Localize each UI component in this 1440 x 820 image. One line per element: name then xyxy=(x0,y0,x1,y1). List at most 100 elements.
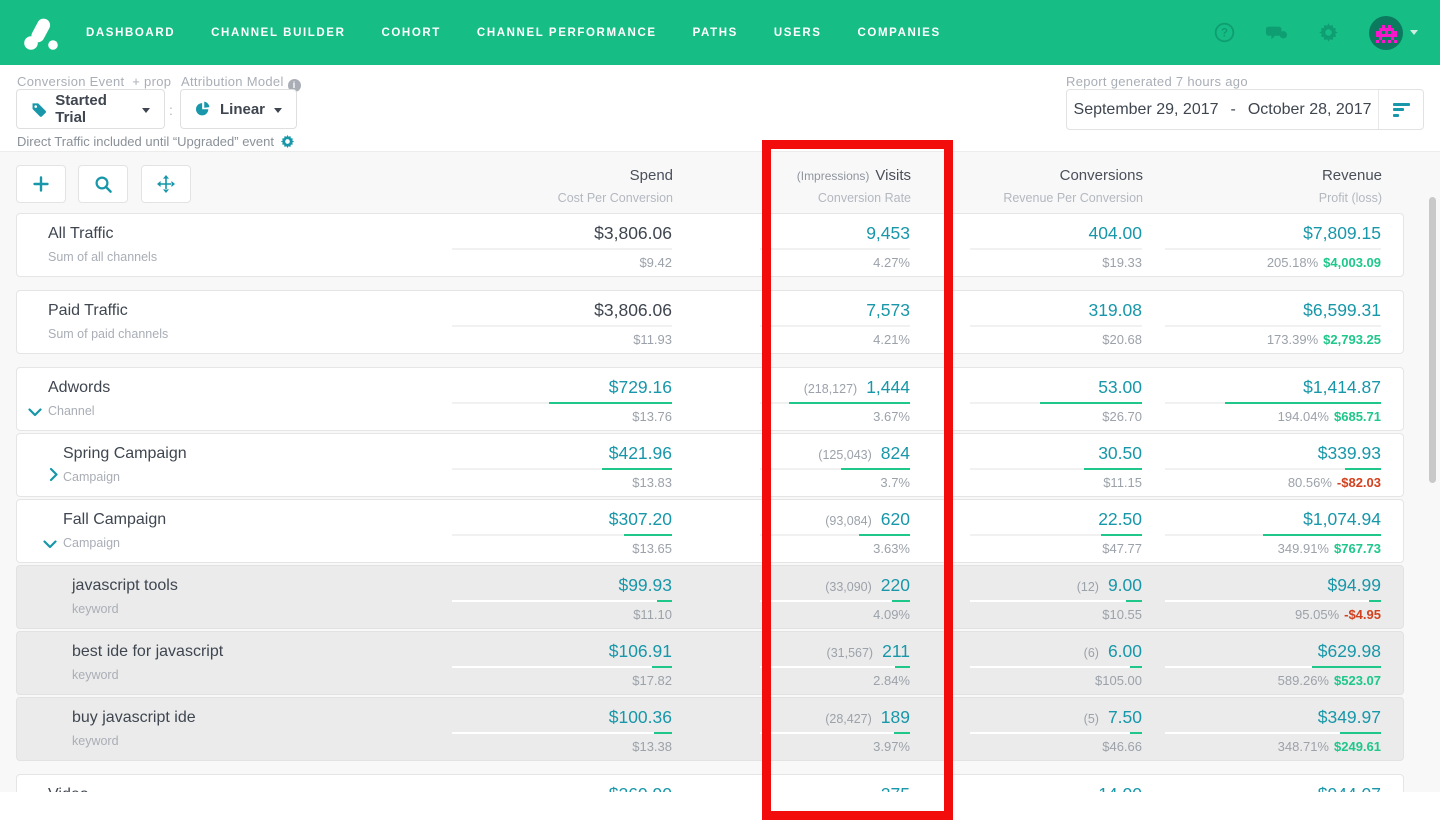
attribution-logo-icon[interactable] xyxy=(22,14,60,52)
row-subtitle: keyword xyxy=(72,734,119,748)
row-subtitle: keyword xyxy=(72,668,119,682)
chevron-down-icon xyxy=(142,108,150,113)
table-row[interactable]: All Traffic Sum of all channels $3,806.0… xyxy=(16,213,1404,277)
revenue-value[interactable]: $1,414.87 xyxy=(1303,377,1381,397)
visits-cell: (218,127)1,444 3.67% xyxy=(670,368,910,430)
date-range-picker[interactable]: September 29, 2017 - October 28, 2017 xyxy=(1066,89,1424,130)
settings-gear-icon[interactable] xyxy=(1317,22,1339,44)
row-title: best ide for javascript xyxy=(72,643,223,661)
add-channel-button[interactable] xyxy=(16,165,66,203)
revenue-value[interactable]: $94.99 xyxy=(1327,575,1381,595)
chat-icon[interactable] xyxy=(1265,22,1287,44)
filter-bar: Conversion Event + prop Attribution Mode… xyxy=(0,65,1440,151)
spend-value[interactable]: $729.16 xyxy=(609,377,672,397)
visits-bar-track xyxy=(760,666,910,668)
row-expand-chevron[interactable] xyxy=(43,536,57,545)
impressions-value: (33,090) xyxy=(825,580,872,594)
row-expand-chevron[interactable] xyxy=(28,404,42,413)
visits-cell: (93,084)620 3.63% xyxy=(670,500,910,562)
revenue-value[interactable]: $349.97 xyxy=(1318,707,1381,727)
spend-bar-track xyxy=(452,732,672,734)
date-start[interactable]: September 29, 2017 xyxy=(1074,101,1219,119)
table-row[interactable]: best ide for javascript keyword $106.91 … xyxy=(16,631,1404,695)
spend-cell: $729.16 $13.76 xyxy=(432,368,672,430)
impressions-value: (28,427) xyxy=(825,712,872,726)
svg-text:?: ? xyxy=(1220,28,1227,40)
cost-per-conversion-value: $13.65 xyxy=(632,541,672,556)
conversion-count-value: (6) xyxy=(1084,646,1099,660)
visits-cell: (125,043)824 3.7% xyxy=(670,434,910,496)
table-row[interactable]: buy javascript ide keyword $100.36 $13.3… xyxy=(16,697,1404,761)
note-gear-icon[interactable] xyxy=(280,134,295,149)
table-row[interactable]: Fall Campaign Campaign $307.20 $13.65 (9… xyxy=(16,499,1404,563)
row-title: Adwords xyxy=(48,379,110,397)
revenue-bar-track xyxy=(1165,600,1381,602)
spend-value[interactable]: $307.20 xyxy=(609,509,672,529)
row-title: Video xyxy=(48,786,89,792)
move-button[interactable] xyxy=(141,165,191,203)
table-row[interactable]: Adwords Channel $729.16 $13.76 (218,127)… xyxy=(16,367,1404,431)
spend-value[interactable]: $3,806.06 xyxy=(594,300,672,320)
user-avatar[interactable] xyxy=(1369,16,1418,50)
spend-value[interactable]: $3,806.06 xyxy=(594,223,672,243)
table-header: Spend Cost Per Conversion (Impressions)V… xyxy=(16,165,1404,203)
visits-bar-fill xyxy=(789,402,910,404)
attribution-model-dropdown[interactable]: Linear xyxy=(180,89,297,129)
visits-cell: (33,090)220 4.09% xyxy=(670,566,910,628)
row-subtitle: Campaign xyxy=(63,536,120,550)
nav-item-users[interactable]: USERS xyxy=(774,27,822,39)
spend-bar-track xyxy=(452,325,672,327)
row-subtitle: Sum of all channels xyxy=(48,250,157,264)
nav-item-companies[interactable]: COMPANIES xyxy=(858,27,941,39)
revenue-value[interactable]: $1,074.94 xyxy=(1303,509,1381,529)
spend-value[interactable]: $99.93 xyxy=(618,575,672,595)
visits-cell: 275 xyxy=(670,775,910,792)
table-row[interactable]: Spring Campaign Campaign $421.96 $13.83 … xyxy=(16,433,1404,497)
filter-icon xyxy=(1393,100,1410,119)
search-button[interactable] xyxy=(78,165,128,203)
conversion-event-dropdown[interactable]: Started Trial xyxy=(16,89,165,129)
revenue-value[interactable]: $629.98 xyxy=(1318,641,1381,661)
date-filter-button[interactable] xyxy=(1379,90,1423,129)
nav-item-dashboard[interactable]: DASHBOARD xyxy=(86,27,175,39)
nav-item-cohort[interactable]: COHORT xyxy=(381,27,440,39)
spend-value[interactable]: $421.96 xyxy=(609,443,672,463)
spend-cell: $106.91 $17.82 xyxy=(432,632,672,694)
spend-bar-track xyxy=(452,248,672,250)
help-icon[interactable]: ? xyxy=(1213,22,1235,44)
filter-separator: : xyxy=(169,102,173,118)
row-subtitle: Sum of paid channels xyxy=(48,327,168,341)
column-header-conversions: Conversions Revenue Per Conversion xyxy=(1003,167,1143,205)
row-expand-chevron[interactable] xyxy=(46,468,55,482)
row-title: buy javascript ide xyxy=(72,709,196,727)
direct-traffic-note: Direct Traffic included until “Upgraded”… xyxy=(17,134,295,149)
revenue-value[interactable]: $7,809.15 xyxy=(1303,223,1381,243)
performance-table: Spend Cost Per Conversion (Impressions)V… xyxy=(0,151,1440,792)
spend-value[interactable]: $100.36 xyxy=(609,707,672,727)
spend-cell: $3,806.06 $9.42 xyxy=(432,214,672,276)
vertical-scrollbar[interactable] xyxy=(1429,197,1436,483)
nav-item-channel-builder[interactable]: CHANNEL BUILDER xyxy=(211,27,345,39)
table-row[interactable]: javascript tools keyword $99.93 $11.10 (… xyxy=(16,565,1404,629)
row-title: Paid Traffic xyxy=(48,302,128,320)
spend-bar-track xyxy=(452,468,672,470)
visits-bar-track xyxy=(760,534,910,536)
nav-item-paths[interactable]: PATHS xyxy=(693,27,738,39)
date-end[interactable]: October 28, 2017 xyxy=(1248,101,1372,119)
table-row[interactable]: Paid Traffic Sum of paid channels $3,806… xyxy=(16,290,1404,354)
column-header-visits: (Impressions)Visits Conversion Rate xyxy=(797,167,911,205)
spend-bar-track xyxy=(452,666,672,668)
cost-per-conversion-value: $13.38 xyxy=(632,739,672,754)
spend-value[interactable]: $106.91 xyxy=(609,641,672,661)
revenue-cell: $1,074.94 349.91%$767.73 xyxy=(1101,500,1381,562)
table-row[interactable]: Video $260.90 275 14.00 $944.07 xyxy=(16,774,1404,792)
visits-bar-track xyxy=(760,402,910,404)
add-prop-link[interactable]: + prop xyxy=(132,74,171,89)
spend-cell: $3,806.06 $11.93 xyxy=(432,291,672,353)
profit-value: $4,003.09 xyxy=(1323,255,1381,270)
avatar-image xyxy=(1369,16,1403,50)
revenue-value[interactable]: $339.93 xyxy=(1318,443,1381,463)
nav-item-channel-performance[interactable]: CHANNEL PERFORMANCE xyxy=(477,27,657,39)
conversion-event-label: Conversion Event + prop xyxy=(17,74,171,89)
revenue-value[interactable]: $6,599.31 xyxy=(1303,300,1381,320)
